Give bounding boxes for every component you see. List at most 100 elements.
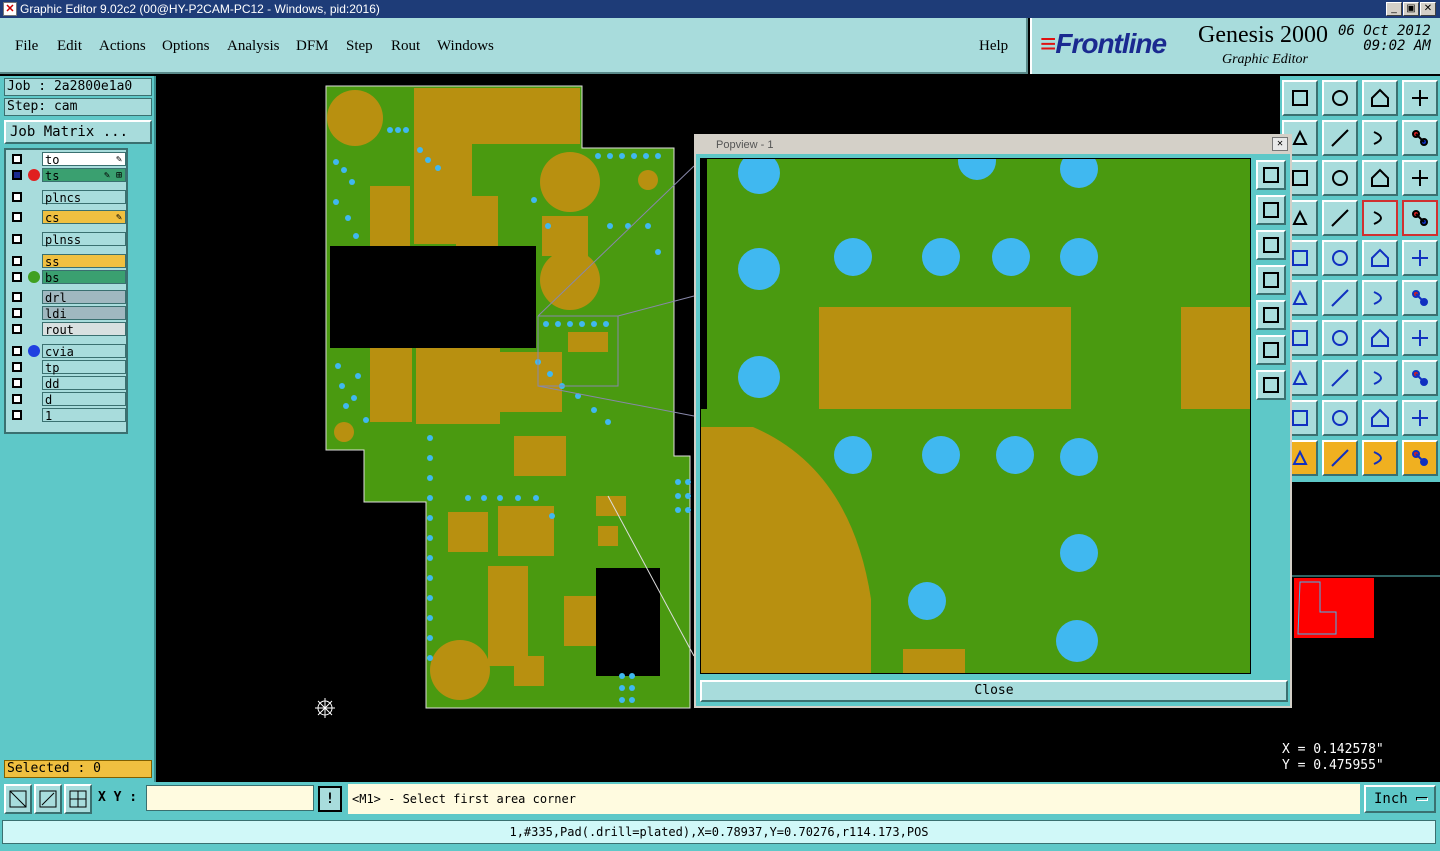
layer-name[interactable]: 1 [42, 408, 126, 423]
layer-checkbox[interactable] [12, 362, 22, 372]
layer-name[interactable]: to ✎ [42, 152, 126, 167]
home-button[interactable] [1362, 80, 1398, 116]
menu-actions[interactable]: Actions [99, 38, 146, 55]
move-button[interactable] [1322, 160, 1358, 196]
minus-button[interactable] [1322, 360, 1358, 396]
popview-close-button[interactable]: Close [700, 680, 1288, 702]
popview-canvas[interactable] [700, 158, 1251, 674]
layer-checkbox[interactable] [12, 192, 22, 202]
select-button[interactable] [1322, 440, 1358, 476]
triangle-button[interactable] [1322, 400, 1358, 436]
layer-row-d[interactable]: d [8, 392, 126, 407]
xy-input[interactable] [146, 785, 314, 811]
layer-row-drl[interactable]: drl [8, 290, 126, 305]
layer-row-bs[interactable]: bs [8, 270, 126, 285]
layer-checkbox[interactable] [12, 256, 22, 266]
minimize-button[interactable]: _ [1386, 2, 1402, 16]
layer-name[interactable]: cvia [42, 344, 126, 359]
job-matrix-button[interactable]: Job Matrix ... [4, 120, 152, 144]
zoom-area-button[interactable] [4, 784, 32, 814]
pv-pan-button[interactable] [1256, 370, 1286, 400]
layer-name[interactable]: ts ✎ ⊞ [42, 168, 126, 183]
pv-expand-button[interactable] [1256, 335, 1286, 365]
cursor-button[interactable] [1362, 440, 1398, 476]
layer-name[interactable]: dd [42, 376, 126, 391]
layer-row-cs[interactable]: cs ✎ [8, 210, 126, 225]
layer-checkbox[interactable] [12, 154, 22, 164]
layer-checkbox[interactable] [12, 394, 22, 404]
pv-left-button[interactable] [1256, 265, 1286, 295]
layer-checkbox[interactable] [12, 410, 22, 420]
switch-button[interactable] [1402, 120, 1438, 156]
layer-name[interactable]: d [42, 392, 126, 407]
pv-down-button[interactable] [1256, 230, 1286, 260]
layer-checkbox[interactable] [12, 308, 22, 318]
layer-name[interactable]: bs [42, 270, 126, 285]
layer-checkbox[interactable] [12, 272, 22, 282]
layer-row-plncs[interactable]: plncs [8, 190, 126, 205]
layer-row-rout[interactable]: rout [8, 322, 126, 337]
menu-edit[interactable]: Edit [57, 38, 82, 55]
menu-file[interactable]: File [15, 38, 38, 55]
menu-options[interactable]: Options [162, 38, 210, 55]
menu-rout[interactable]: Rout [391, 38, 420, 55]
measure-button[interactable] [34, 784, 62, 814]
layer-right-button[interactable] [1322, 120, 1358, 156]
layer-name[interactable]: tp [42, 360, 126, 375]
triangle-span-button[interactable] [1402, 400, 1438, 436]
layer-row-to[interactable]: to ✎ [8, 152, 126, 167]
overview-minimap[interactable] [1280, 482, 1440, 738]
popview-close-icon[interactable]: ✕ [1272, 137, 1288, 151]
link-button[interactable] [1362, 280, 1398, 316]
layer-name[interactable]: plnss [42, 232, 126, 247]
link-alt-button[interactable] [1402, 280, 1438, 316]
net-button[interactable] [1362, 200, 1398, 236]
zoom-in-button[interactable] [1322, 80, 1358, 116]
mirror-button[interactable] [1402, 320, 1438, 356]
diagonal-button[interactable] [1322, 320, 1358, 356]
pv-home-button[interactable] [1256, 195, 1286, 225]
layer-checkbox[interactable] [12, 346, 22, 356]
scale-button[interactable] [1362, 160, 1398, 196]
layer-name[interactable]: drl [42, 290, 126, 305]
shapes-button[interactable] [1402, 360, 1438, 396]
route-button[interactable] [1402, 440, 1438, 476]
units-selector[interactable]: Inch [1364, 785, 1436, 813]
exclamation-button[interactable]: ! [318, 786, 342, 812]
layer-row-plnss[interactable]: plnss [8, 232, 126, 247]
pv-fit-button[interactable] [1256, 160, 1286, 190]
menu-help[interactable]: Help [979, 38, 1008, 55]
zoom-home-button[interactable] [1282, 80, 1318, 116]
ruler-button[interactable] [1362, 240, 1398, 276]
layer-name[interactable]: ldi [42, 306, 126, 321]
layer-row-1[interactable]: 1 [8, 408, 126, 423]
flip-button[interactable] [1362, 120, 1398, 156]
pv-right-button[interactable] [1256, 300, 1286, 330]
menu-windows[interactable]: Windows [437, 38, 494, 55]
layer-name[interactable]: cs ✎ [42, 210, 126, 225]
split-view-button[interactable] [1402, 80, 1438, 116]
cross-button[interactable] [1322, 280, 1358, 316]
layer-row-ldi[interactable]: ldi [8, 306, 126, 321]
layer-checkbox[interactable] [12, 212, 22, 222]
net-alt-button[interactable] [1402, 200, 1438, 236]
layer-name[interactable]: rout [42, 322, 126, 337]
layer-checkbox[interactable] [12, 378, 22, 388]
layer-checkbox[interactable] [12, 170, 22, 180]
menu-step[interactable]: Step [346, 38, 373, 55]
help-button[interactable] [1402, 160, 1438, 196]
menu-analysis[interactable]: Analysis [227, 38, 280, 55]
layer-row-cvia[interactable]: cvia [8, 344, 126, 359]
triangle-alt-button[interactable] [1362, 400, 1398, 436]
layer-checkbox[interactable] [12, 234, 22, 244]
menu-dfm[interactable]: DFM [296, 38, 329, 55]
grid-button[interactable] [64, 784, 92, 814]
grid-toggle-button[interactable] [1322, 200, 1358, 236]
add-line-button[interactable] [1322, 240, 1358, 276]
measure-box-button[interactable] [1362, 360, 1398, 396]
layer-row-tp[interactable]: tp [8, 360, 126, 375]
layer-row-ss[interactable]: ss [8, 254, 126, 269]
layer-checkbox[interactable] [12, 292, 22, 302]
layer-checkbox[interactable] [12, 324, 22, 334]
close-window-button[interactable]: ✕ [1420, 2, 1436, 16]
